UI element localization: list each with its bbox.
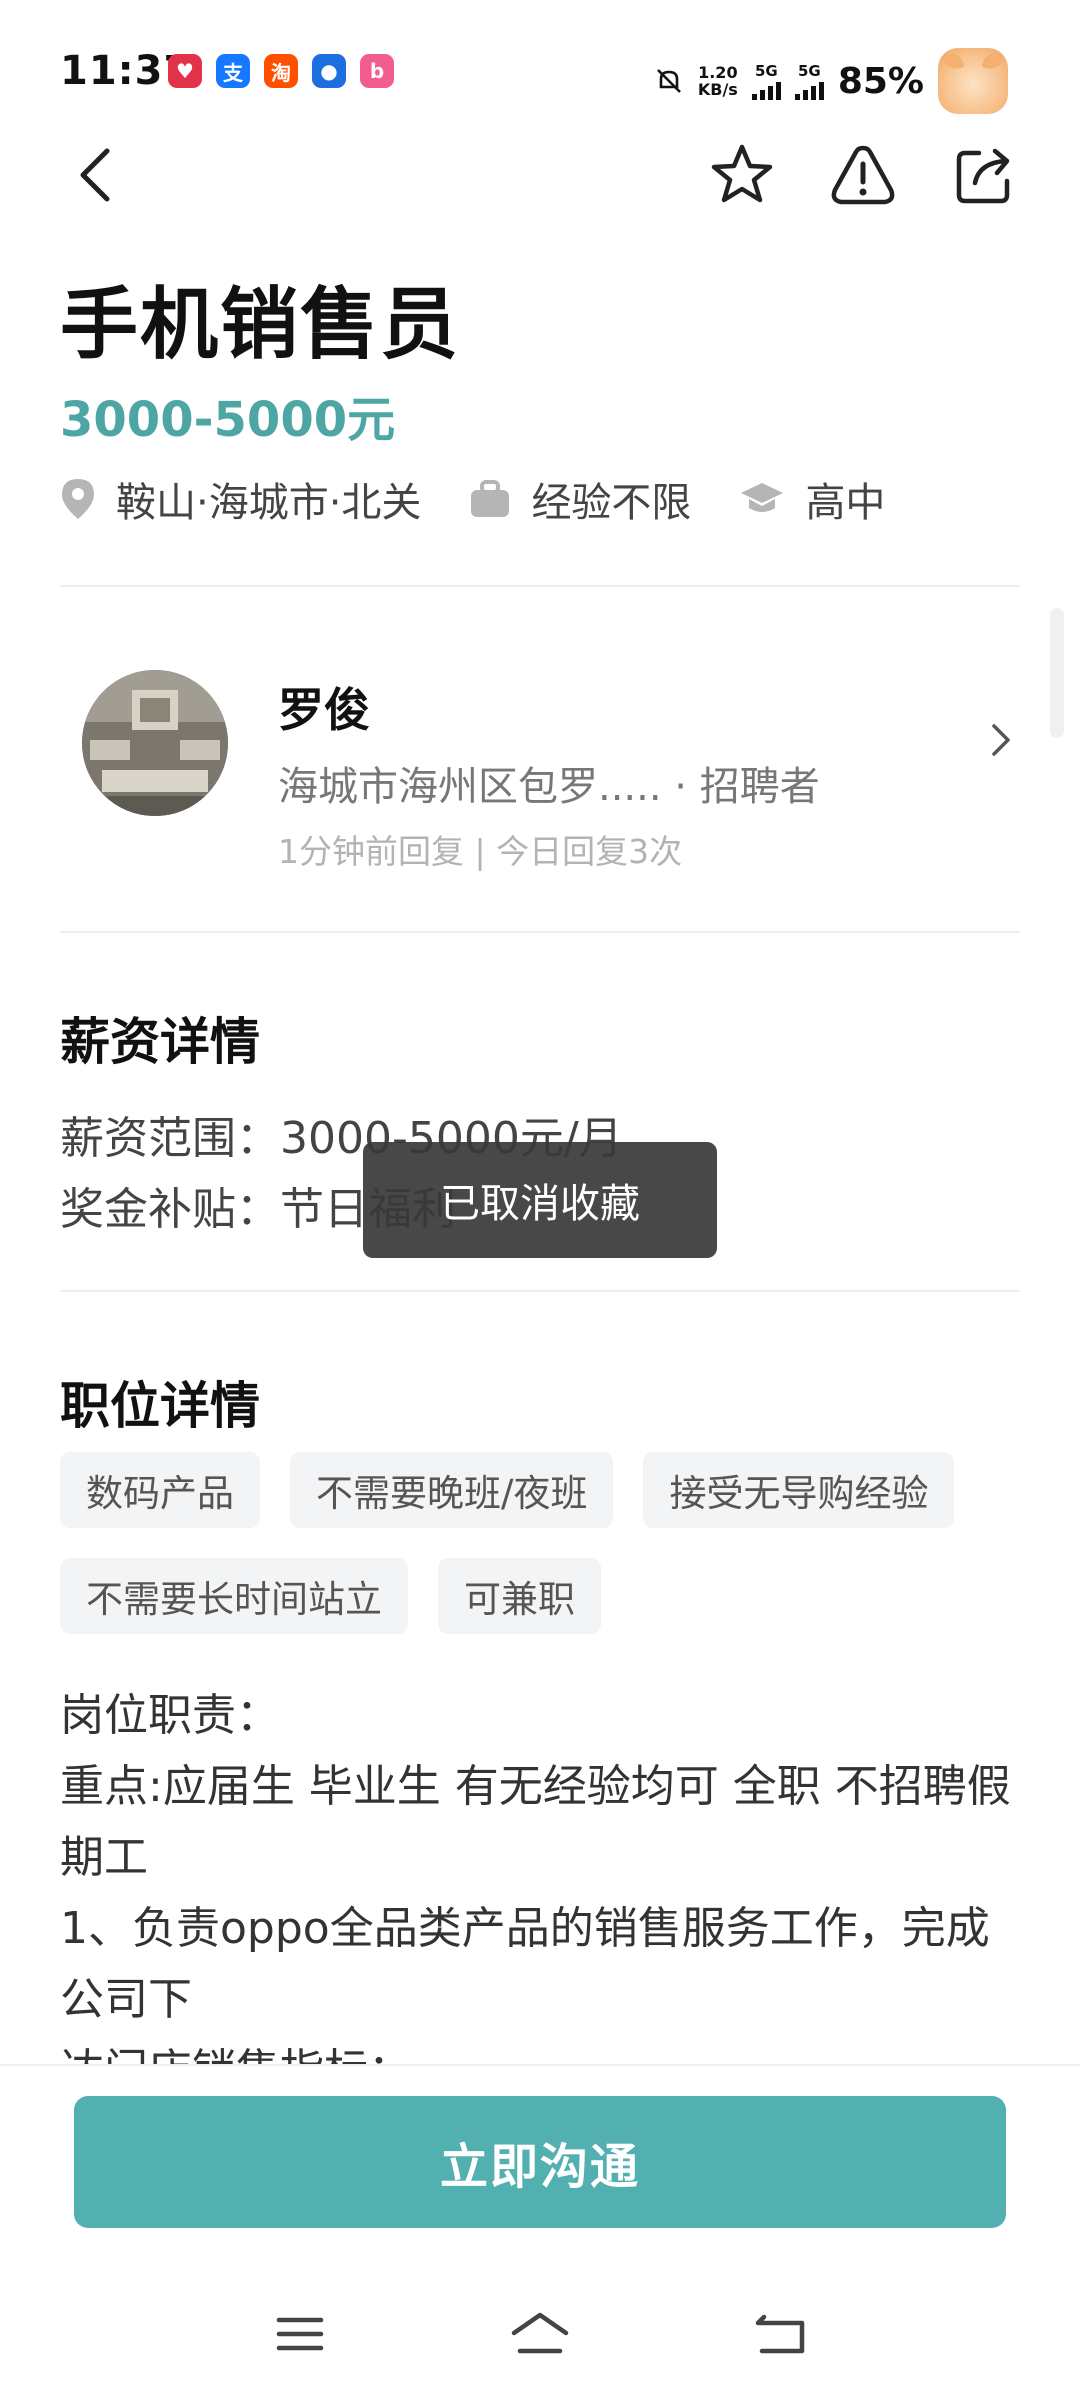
- bottom-bar: 立即沟通: [0, 2064, 1080, 2402]
- job-description: 岗位职责： 重点:应届生 毕业生 有无经验均可 全职 不招聘假期工 1、负责op…: [60, 1690, 1011, 2064]
- recent-apps-button[interactable]: [260, 2304, 340, 2364]
- description-clip: 岗位职责： 重点:应届生 毕业生 有无经验均可 全职 不招聘假期工 1、负责op…: [0, 0, 1080, 2064]
- return-icon: [755, 2314, 805, 2354]
- chat-now-button[interactable]: 立即沟通: [74, 2096, 1006, 2228]
- toast-message: 已取消收藏: [363, 1142, 717, 1258]
- home-icon: [511, 2312, 569, 2354]
- menu-icon: [276, 2317, 324, 2351]
- home-button[interactable]: [500, 2304, 580, 2364]
- system-back-button[interactable]: [740, 2304, 820, 2364]
